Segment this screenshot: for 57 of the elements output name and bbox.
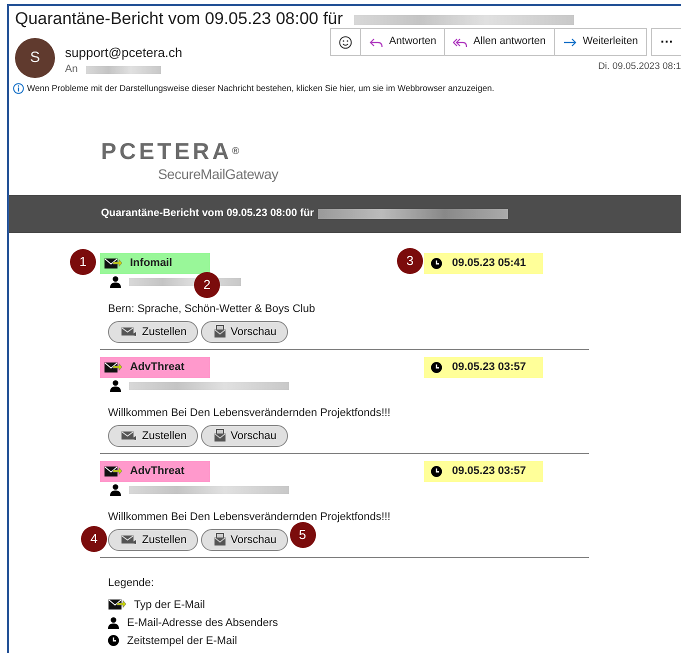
email-subject: Bern: Sprache, Schön-Wetter & Boys Club [108, 302, 316, 316]
more-button[interactable]: ··· [651, 28, 681, 56]
category-tag: Infomail [100, 252, 210, 274]
received-date: Di. 09.05.2023 08:1 [598, 60, 681, 74]
info-icon [13, 82, 24, 94]
banner-title: Quarantäne-Bericht vom 09.05.23 08:00 für [101, 206, 314, 222]
deliver-button[interactable]: Zustellen [108, 528, 198, 551]
callout-marker: 2 [194, 272, 220, 298]
sender-avatar: S [15, 38, 55, 78]
smiley-icon [339, 36, 352, 48]
envelope-icon [121, 326, 137, 338]
sender-address: support@pcetera.ch [65, 44, 182, 61]
legend-label: Typ der E-Mail [134, 598, 205, 613]
printer-icon [214, 533, 226, 546]
envelope-arrow-icon [104, 360, 122, 374]
clock-icon [431, 258, 442, 269]
legend-title: Legende: [108, 576, 155, 590]
clock-icon [108, 635, 119, 646]
timestamp-tag: 09.05.23 03:57 [424, 356, 543, 378]
timestamp-tag: 09.05.23 03:57 [424, 460, 543, 482]
email-subject: Quarantäne-Bericht vom 09.05.23 08:00 für [15, 9, 344, 28]
reply-arrow-icon [369, 36, 384, 48]
callout-marker: 5 [290, 522, 316, 548]
forward-arrow-icon [562, 36, 577, 48]
envelope-arrow-icon [104, 256, 122, 270]
printer-icon [214, 325, 226, 338]
info-notice[interactable]: Wenn Probleme mit der Darstellungsweise dieser Nachricht bestehen, klicken Sie hier, um sie im Webbrowser anzuzeigen. [27, 82, 494, 95]
preview-button[interactable]: Vorschau [200, 320, 288, 343]
category-tag: AdvThreat [100, 356, 210, 378]
reply-all-arrow-icon [453, 36, 468, 48]
preview-button[interactable]: Vorschau [200, 528, 288, 551]
legend-label: E-Mail-Adresse des Absenders [127, 616, 278, 631]
email-subject: Willkommen Bei Den Lebensverändernden Projektfonds!!! [108, 510, 392, 524]
timestamp-tag: 09.05.23 05:41 [424, 252, 543, 274]
envelope-icon [121, 430, 137, 442]
callout-marker: 4 [81, 526, 107, 552]
callout-marker: 3 [397, 248, 423, 274]
legend-label: Zeitstempel der E-Mail [127, 634, 238, 649]
deliver-button[interactable]: Zustellen [108, 424, 198, 447]
printer-icon [214, 429, 226, 442]
clock-icon [431, 466, 442, 477]
envelope-arrow-icon [108, 598, 126, 612]
category-tag: AdvThreat [100, 460, 210, 482]
email-subject: Willkommen Bei Den Lebensverändernden Projektfonds!!! [108, 406, 392, 420]
envelope-icon [121, 534, 137, 546]
callout-marker: 1 [70, 248, 96, 275]
person-icon [110, 484, 121, 496]
deliver-button[interactable]: Zustellen [108, 320, 198, 343]
clock-icon [431, 362, 442, 373]
preview-button[interactable]: Vorschau [200, 424, 288, 447]
envelope-arrow-icon [104, 464, 122, 478]
person-icon [110, 276, 121, 288]
person-icon [110, 380, 121, 392]
brand-logo: PCETERA$^{®}$ [101, 138, 240, 163]
product-name: SecureMailGateway [158, 166, 280, 181]
person-icon [108, 616, 119, 629]
recipient-label: An [65, 62, 78, 77]
